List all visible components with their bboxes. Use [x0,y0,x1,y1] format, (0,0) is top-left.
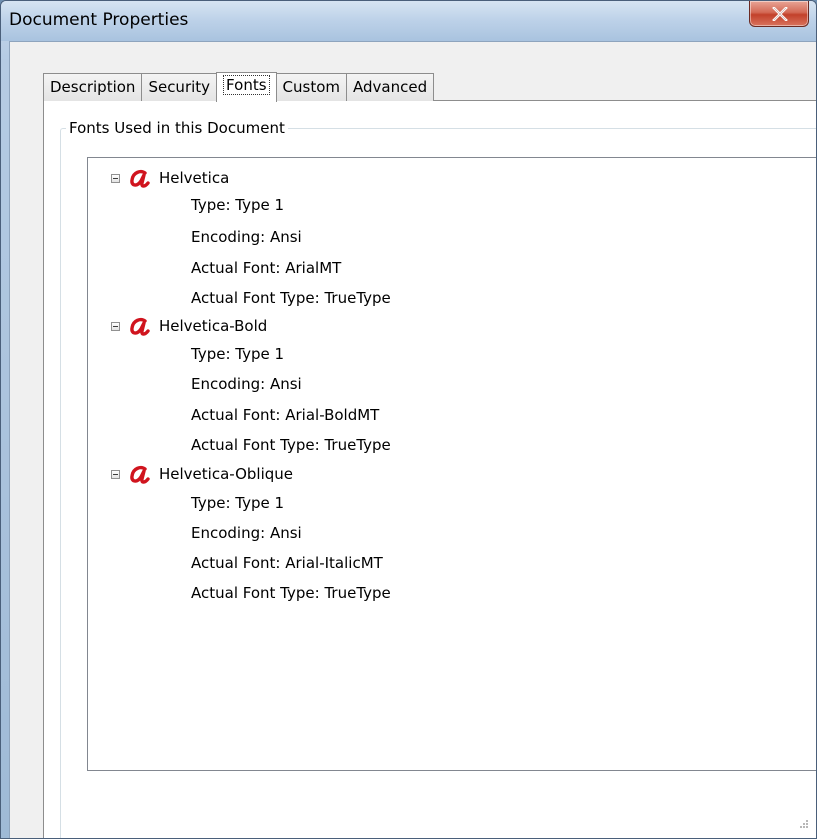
document-properties-window: Document Properties Description Security… [0,0,817,839]
tree-node-helvetica-bold[interactable]: Helvetica-Bold [111,314,267,338]
tab-custom-label: Custom [282,78,340,96]
collapse-icon[interactable] [111,321,120,331]
groupbox-label: Fonts Used in this Document [66,119,288,137]
tab-strip: Description Security Fonts Custom Advanc… [43,72,435,102]
font-name: Helvetica-Bold [159,317,268,335]
font-detail-actual-font-type: Actual Font Type: TrueType [191,436,391,454]
tab-advanced-label: Advanced [353,78,428,96]
font-detail-actual-font: Actual Font: Arial-BoldMT [191,406,380,424]
font-detail-encoding: Encoding: Ansi [191,228,302,246]
collapse-icon[interactable] [111,173,120,183]
tab-description[interactable]: Description [43,73,143,101]
font-type-icon [130,466,150,484]
tree-node-helvetica[interactable]: Helvetica [111,166,229,190]
close-icon [772,7,788,21]
tab-description-label: Description [50,78,136,96]
tab-advanced[interactable]: Advanced [346,73,435,101]
collapse-icon[interactable] [111,469,120,479]
font-detail-actual-font-type: Actual Font Type: TrueType [191,289,391,307]
font-detail-type: Type: Type 1 [191,196,285,214]
window-title: Document Properties [9,10,189,30]
font-name: Helvetica-Oblique [159,465,294,483]
font-detail-encoding: Encoding: Ansi [191,524,302,542]
tab-fonts-label: Fonts [223,75,270,95]
font-detail-type: Type: Type 1 [191,345,285,363]
tab-fonts[interactable]: Fonts [216,72,277,102]
font-detail-actual-font: Actual Font: ArialMT [191,259,342,277]
resize-grip-icon[interactable] [797,819,809,831]
font-detail-actual-font: Actual Font: Arial-ItalicMT [191,554,383,572]
font-name: Helvetica [159,169,230,187]
tree-node-helvetica-oblique[interactable]: Helvetica-Oblique [111,462,293,486]
font-type-icon [130,318,150,336]
font-detail-actual-font-type: Actual Font Type: TrueType [191,584,391,602]
tab-security[interactable]: Security [141,73,218,101]
tab-custom[interactable]: Custom [275,73,347,101]
font-detail-type: Type: Type 1 [191,494,285,512]
title-bar[interactable]: Document Properties [1,1,816,41]
font-detail-encoding: Encoding: Ansi [191,375,302,393]
font-type-icon [130,170,150,188]
close-button[interactable] [749,1,809,27]
tab-security-label: Security [148,78,211,96]
